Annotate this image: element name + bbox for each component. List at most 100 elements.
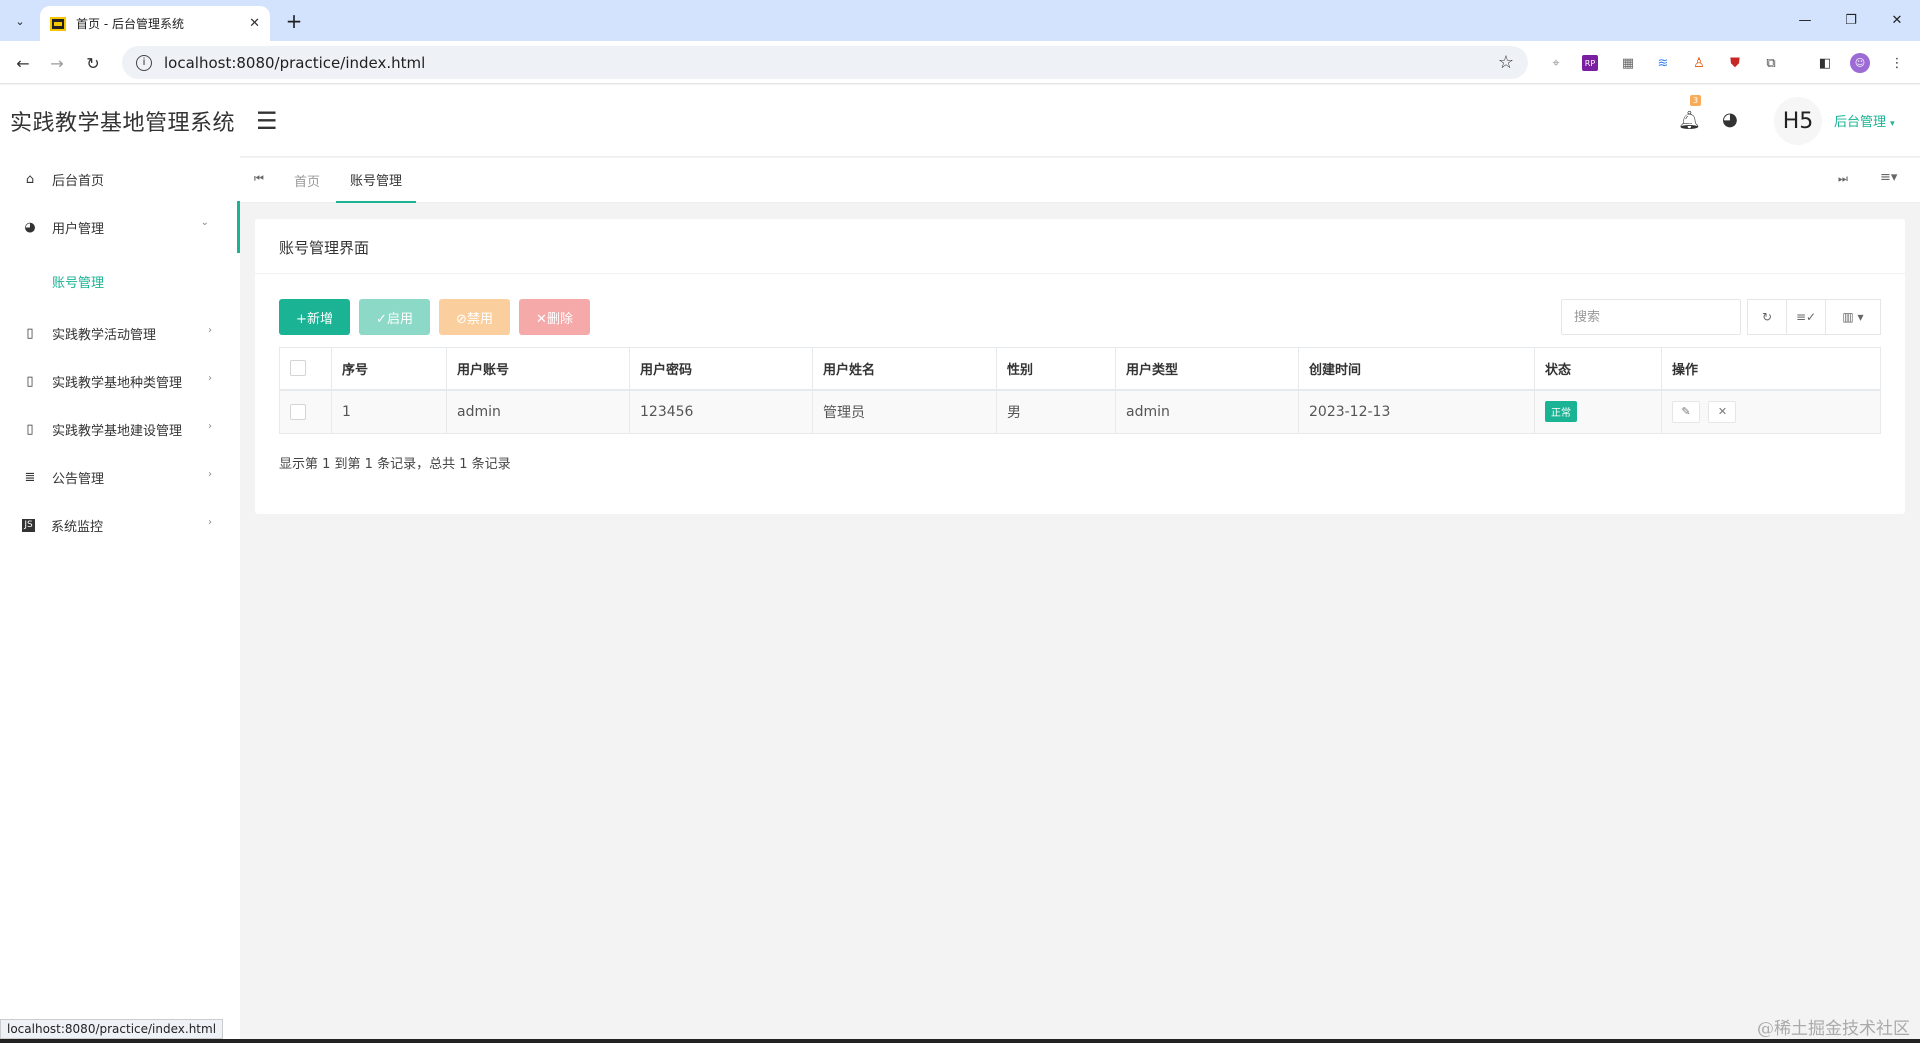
- browser-menu-kebab-icon[interactable]: ⋮: [1886, 52, 1908, 74]
- enable-button[interactable]: ✓启用: [359, 299, 430, 335]
- panel-title: 账号管理界面: [279, 239, 370, 257]
- sidebar-item-label: 实践教学基地种类管理: [52, 375, 183, 391]
- theme-palette-icon[interactable]: ◕: [1722, 109, 1738, 130]
- side-panel-icon[interactable]: ◧: [1814, 52, 1836, 74]
- column-header[interactable]: 创建时间: [1298, 347, 1535, 391]
- edit-pencil-icon[interactable]: ✎: [1672, 400, 1700, 423]
- profile-avatar-icon[interactable]: ☺: [1850, 53, 1870, 73]
- notification-badge: 3: [1690, 95, 1701, 106]
- sidebar: 实践教学基地管理系统 ⌂ 后台首页 ◕ 用户管理 ⌄ 账号管理 ▯ 实践教学活动…: [0, 85, 240, 1043]
- sidebar-item-activity-management[interactable]: ▯ 实践教学活动管理 ›: [0, 309, 240, 357]
- sidebar-item-base-type-management[interactable]: ▯ 实践教学基地种类管理 ›: [0, 357, 240, 405]
- sidebar-item-home[interactable]: ⌂ 后台首页: [0, 157, 240, 201]
- select-all-checkbox[interactable]: [290, 360, 306, 377]
- list-icon: ≣: [24, 469, 36, 485]
- file-icon: ▯: [26, 421, 34, 437]
- sidebar-item-system-monitor[interactable]: JS 系统监控 ›: [0, 501, 240, 549]
- browser-toolbar: ← → ↻ i localhost:8080/practice/index.ht…: [0, 41, 1920, 84]
- minimize-icon[interactable]: —: [1782, 0, 1828, 41]
- tab-list-chevron-icon[interactable]: ⌄: [8, 9, 32, 33]
- panel-divider: [255, 273, 1905, 274]
- address-bar[interactable]: i localhost:8080/practice/index.html ☆: [122, 46, 1528, 79]
- chevron-right-icon: ›: [208, 469, 212, 480]
- file-icon: ▯: [26, 373, 34, 389]
- column-header[interactable]: 性别: [996, 347, 1116, 391]
- palette-icon: ◕: [24, 219, 36, 235]
- accounts-table: 序号 用户账号 用户密码 用户姓名 性别 用户类型 创建时间 状态 操作 1 a…: [279, 347, 1881, 434]
- account-management-panel: 账号管理界面 +新增 ✓启用 ⊘禁用 ✕删除 ↻ ≡✓ ▥ ▾ 序号 用户账号 …: [255, 219, 1905, 514]
- extension-rp-icon[interactable]: RP: [1582, 55, 1598, 71]
- delete-button[interactable]: ✕删除: [519, 299, 590, 335]
- columns-dropdown-icon[interactable]: ▥ ▾: [1825, 299, 1881, 335]
- add-button[interactable]: +新增: [279, 299, 350, 335]
- site-favicon-icon: [50, 16, 66, 31]
- column-header[interactable]: 用户密码: [629, 347, 813, 391]
- tab-home[interactable]: 首页: [280, 158, 334, 203]
- caret-down-icon: ▾: [1890, 119, 1895, 129]
- cell-name: 管理员: [812, 389, 997, 434]
- browser-tab-bar: ⌄ 首页 - 后台管理系统 ✕ + — ❐ ✕: [0, 0, 1920, 41]
- close-window-icon[interactable]: ✕: [1874, 0, 1920, 41]
- select-all-cell: [279, 347, 332, 391]
- restore-icon[interactable]: ❐: [1828, 0, 1874, 41]
- browser-tab[interactable]: 首页 - 后台管理系统 ✕: [40, 6, 270, 41]
- tabs-options-menu-icon[interactable]: ≡▾: [1880, 170, 1897, 185]
- status-badge: 正常: [1545, 401, 1577, 423]
- extensions-puzzle-icon[interactable]: ⧉: [1760, 52, 1782, 74]
- site-info-icon[interactable]: i: [136, 54, 152, 71]
- search-input[interactable]: [1561, 299, 1741, 335]
- avatar[interactable]: H5: [1774, 97, 1822, 145]
- column-header[interactable]: 用户姓名: [812, 347, 997, 391]
- sidebar-item-base-construction-management[interactable]: ▯ 实践教学基地建设管理 ›: [0, 405, 240, 453]
- disable-button[interactable]: ⊘禁用: [439, 299, 510, 335]
- cell-status: 正常: [1534, 389, 1662, 434]
- remove-x-icon[interactable]: ✕: [1708, 400, 1737, 423]
- cell-password: 123456: [629, 389, 813, 434]
- row-checkbox[interactable]: [290, 403, 306, 420]
- extension-cursor-icon[interactable]: ⌖: [1545, 52, 1567, 74]
- extension-layers-icon[interactable]: ≋: [1652, 52, 1674, 74]
- sidebar-item-user-management[interactable]: ◕ 用户管理 ⌄: [0, 201, 240, 253]
- file-icon: ▯: [26, 325, 34, 341]
- refresh-icon[interactable]: ↻: [1747, 299, 1787, 335]
- pagination-info: 显示第 1 到第 1 条记录，总共 1 条记录: [279, 457, 511, 472]
- table-header-row: 序号 用户账号 用户密码 用户姓名 性别 用户类型 创建时间 状态 操作: [279, 347, 1881, 391]
- tabs-scroll-right-icon[interactable]: ⏭: [1838, 172, 1848, 186]
- tab-account-management[interactable]: 账号管理: [336, 158, 417, 203]
- bell-icon[interactable]: 🔔︎: [1678, 110, 1701, 131]
- hamburger-menu-icon[interactable]: ☰: [256, 107, 278, 135]
- window-controls: — ❐ ✕: [1782, 0, 1920, 41]
- reload-icon[interactable]: ↻: [80, 50, 106, 76]
- toggle-view-icon[interactable]: ≡✓: [1786, 299, 1826, 335]
- tab-close-icon[interactable]: ✕: [249, 16, 260, 31]
- browser-status-url: localhost:8080/practice/index.html: [0, 1019, 224, 1039]
- home-icon: ⌂: [25, 171, 35, 187]
- cell-created: 2023-12-13: [1298, 389, 1535, 434]
- bookmark-star-icon[interactable]: ☆: [1498, 52, 1514, 73]
- tabs-scroll-left-icon[interactable]: ⏮: [254, 172, 264, 186]
- sidebar-item-notice-management[interactable]: ≣ 公告管理 ›: [0, 453, 240, 501]
- sidebar-subitem-account-management[interactable]: 账号管理: [0, 253, 240, 309]
- column-header[interactable]: 用户类型: [1115, 347, 1299, 391]
- chevron-right-icon: ›: [208, 421, 212, 432]
- cell-gender: 男: [996, 389, 1116, 434]
- user-menu-dropdown[interactable]: 后台管理 ▾: [1834, 111, 1895, 130]
- watermark: @稀土掘金技术社区: [1757, 1019, 1910, 1039]
- new-tab-plus-icon[interactable]: +: [282, 9, 306, 33]
- cell-actions: ✎ ✕: [1661, 389, 1881, 434]
- column-header[interactable]: 用户账号: [446, 347, 630, 391]
- forward-arrow-icon[interactable]: →: [44, 50, 70, 76]
- app-brand: 实践教学基地管理系统: [10, 111, 236, 136]
- cell-index: 1: [331, 389, 447, 434]
- extension-store-icon[interactable]: ▦: [1617, 52, 1639, 74]
- extension-person-icon[interactable]: ♙: [1688, 52, 1710, 74]
- table-row[interactable]: 1 admin 123456 管理员 男 admin 2023-12-13 正常…: [279, 389, 1881, 434]
- column-header[interactable]: 序号: [331, 347, 447, 391]
- back-arrow-icon[interactable]: ←: [10, 50, 36, 76]
- chevron-right-icon: ›: [208, 373, 212, 384]
- sidebar-item-label: 后台首页: [52, 173, 105, 189]
- address-url[interactable]: localhost:8080/practice/index.html: [164, 54, 1498, 72]
- column-header[interactable]: 状态: [1534, 347, 1662, 391]
- sidebar-item-label: 用户管理: [52, 221, 105, 237]
- extension-shield-icon[interactable]: ⛊: [1724, 52, 1746, 74]
